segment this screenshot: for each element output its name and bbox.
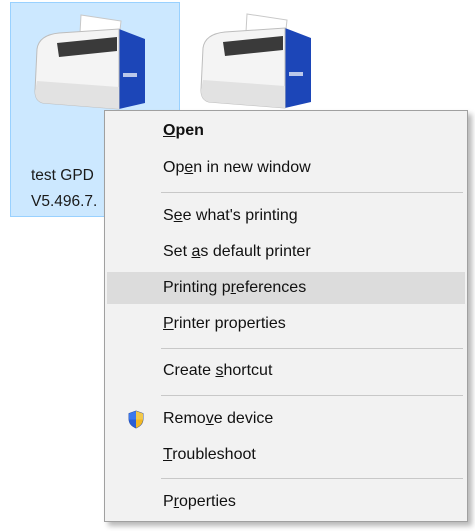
- menu-separator: [161, 395, 463, 396]
- printer-icon: [34, 14, 145, 110]
- menu-text: S: [163, 207, 174, 224]
- menu-text: hortcut: [223, 362, 273, 379]
- menu-separator: [161, 478, 463, 479]
- menu-accel: v: [205, 410, 214, 427]
- printer-label-line1: test GPD: [31, 167, 94, 184]
- menu-item-printer-properties[interactable]: Printer properties: [107, 308, 465, 340]
- menu-text: P: [163, 493, 174, 510]
- menu-item-remove-device[interactable]: Remove device: [107, 403, 465, 435]
- menu-item-properties[interactable]: Properties: [107, 486, 465, 518]
- menu-text: operties: [179, 493, 236, 510]
- menu-text: Remo: [163, 410, 206, 427]
- menu-text: n in new window: [193, 159, 311, 176]
- menu-text: pen: [175, 122, 204, 139]
- menu-item-see-whats-printing[interactable]: See what's printing: [107, 200, 465, 232]
- menu-text: rinter properties: [173, 315, 286, 332]
- context-menu: Open Open in new window See what's print…: [104, 110, 468, 522]
- menu-accel: O: [163, 122, 176, 139]
- menu-text: roubleshoot: [172, 446, 256, 463]
- menu-accel: e: [173, 207, 183, 224]
- menu-item-create-shortcut[interactable]: Create shortcut: [107, 355, 465, 387]
- menu-text: eferences: [235, 279, 307, 296]
- menu-text: e device: [213, 410, 274, 427]
- printer-tile[interactable]: [195, 2, 315, 122]
- explorer-devices-view: test GPD V5.496.7. Open Open in new wind…: [0, 0, 475, 531]
- menu-item-open[interactable]: Open: [107, 115, 465, 147]
- menu-item-troubleshoot[interactable]: Troubleshoot: [107, 439, 465, 471]
- menu-accel: P: [163, 315, 174, 332]
- menu-item-set-default-printer[interactable]: Set as default printer: [107, 236, 465, 268]
- printer-icon: [200, 13, 311, 109]
- menu-accel: T: [163, 446, 173, 463]
- menu-text: Create: [163, 362, 216, 379]
- menu-item-open-new-window[interactable]: Open in new window: [107, 152, 465, 184]
- menu-separator: [161, 192, 463, 193]
- menu-accel: e: [184, 159, 194, 176]
- uac-shield-icon: [128, 410, 144, 429]
- menu-text: Set: [163, 243, 192, 260]
- menu-separator: [161, 348, 463, 349]
- menu-text: s default printer: [200, 243, 311, 260]
- menu-text: Op: [163, 159, 185, 176]
- menu-text: Printing p: [163, 279, 231, 296]
- menu-text: e what's printing: [182, 207, 298, 224]
- printer-label-line2: V5.496.7.: [31, 193, 98, 210]
- menu-item-printing-preferences[interactable]: Printing preferences: [107, 272, 465, 304]
